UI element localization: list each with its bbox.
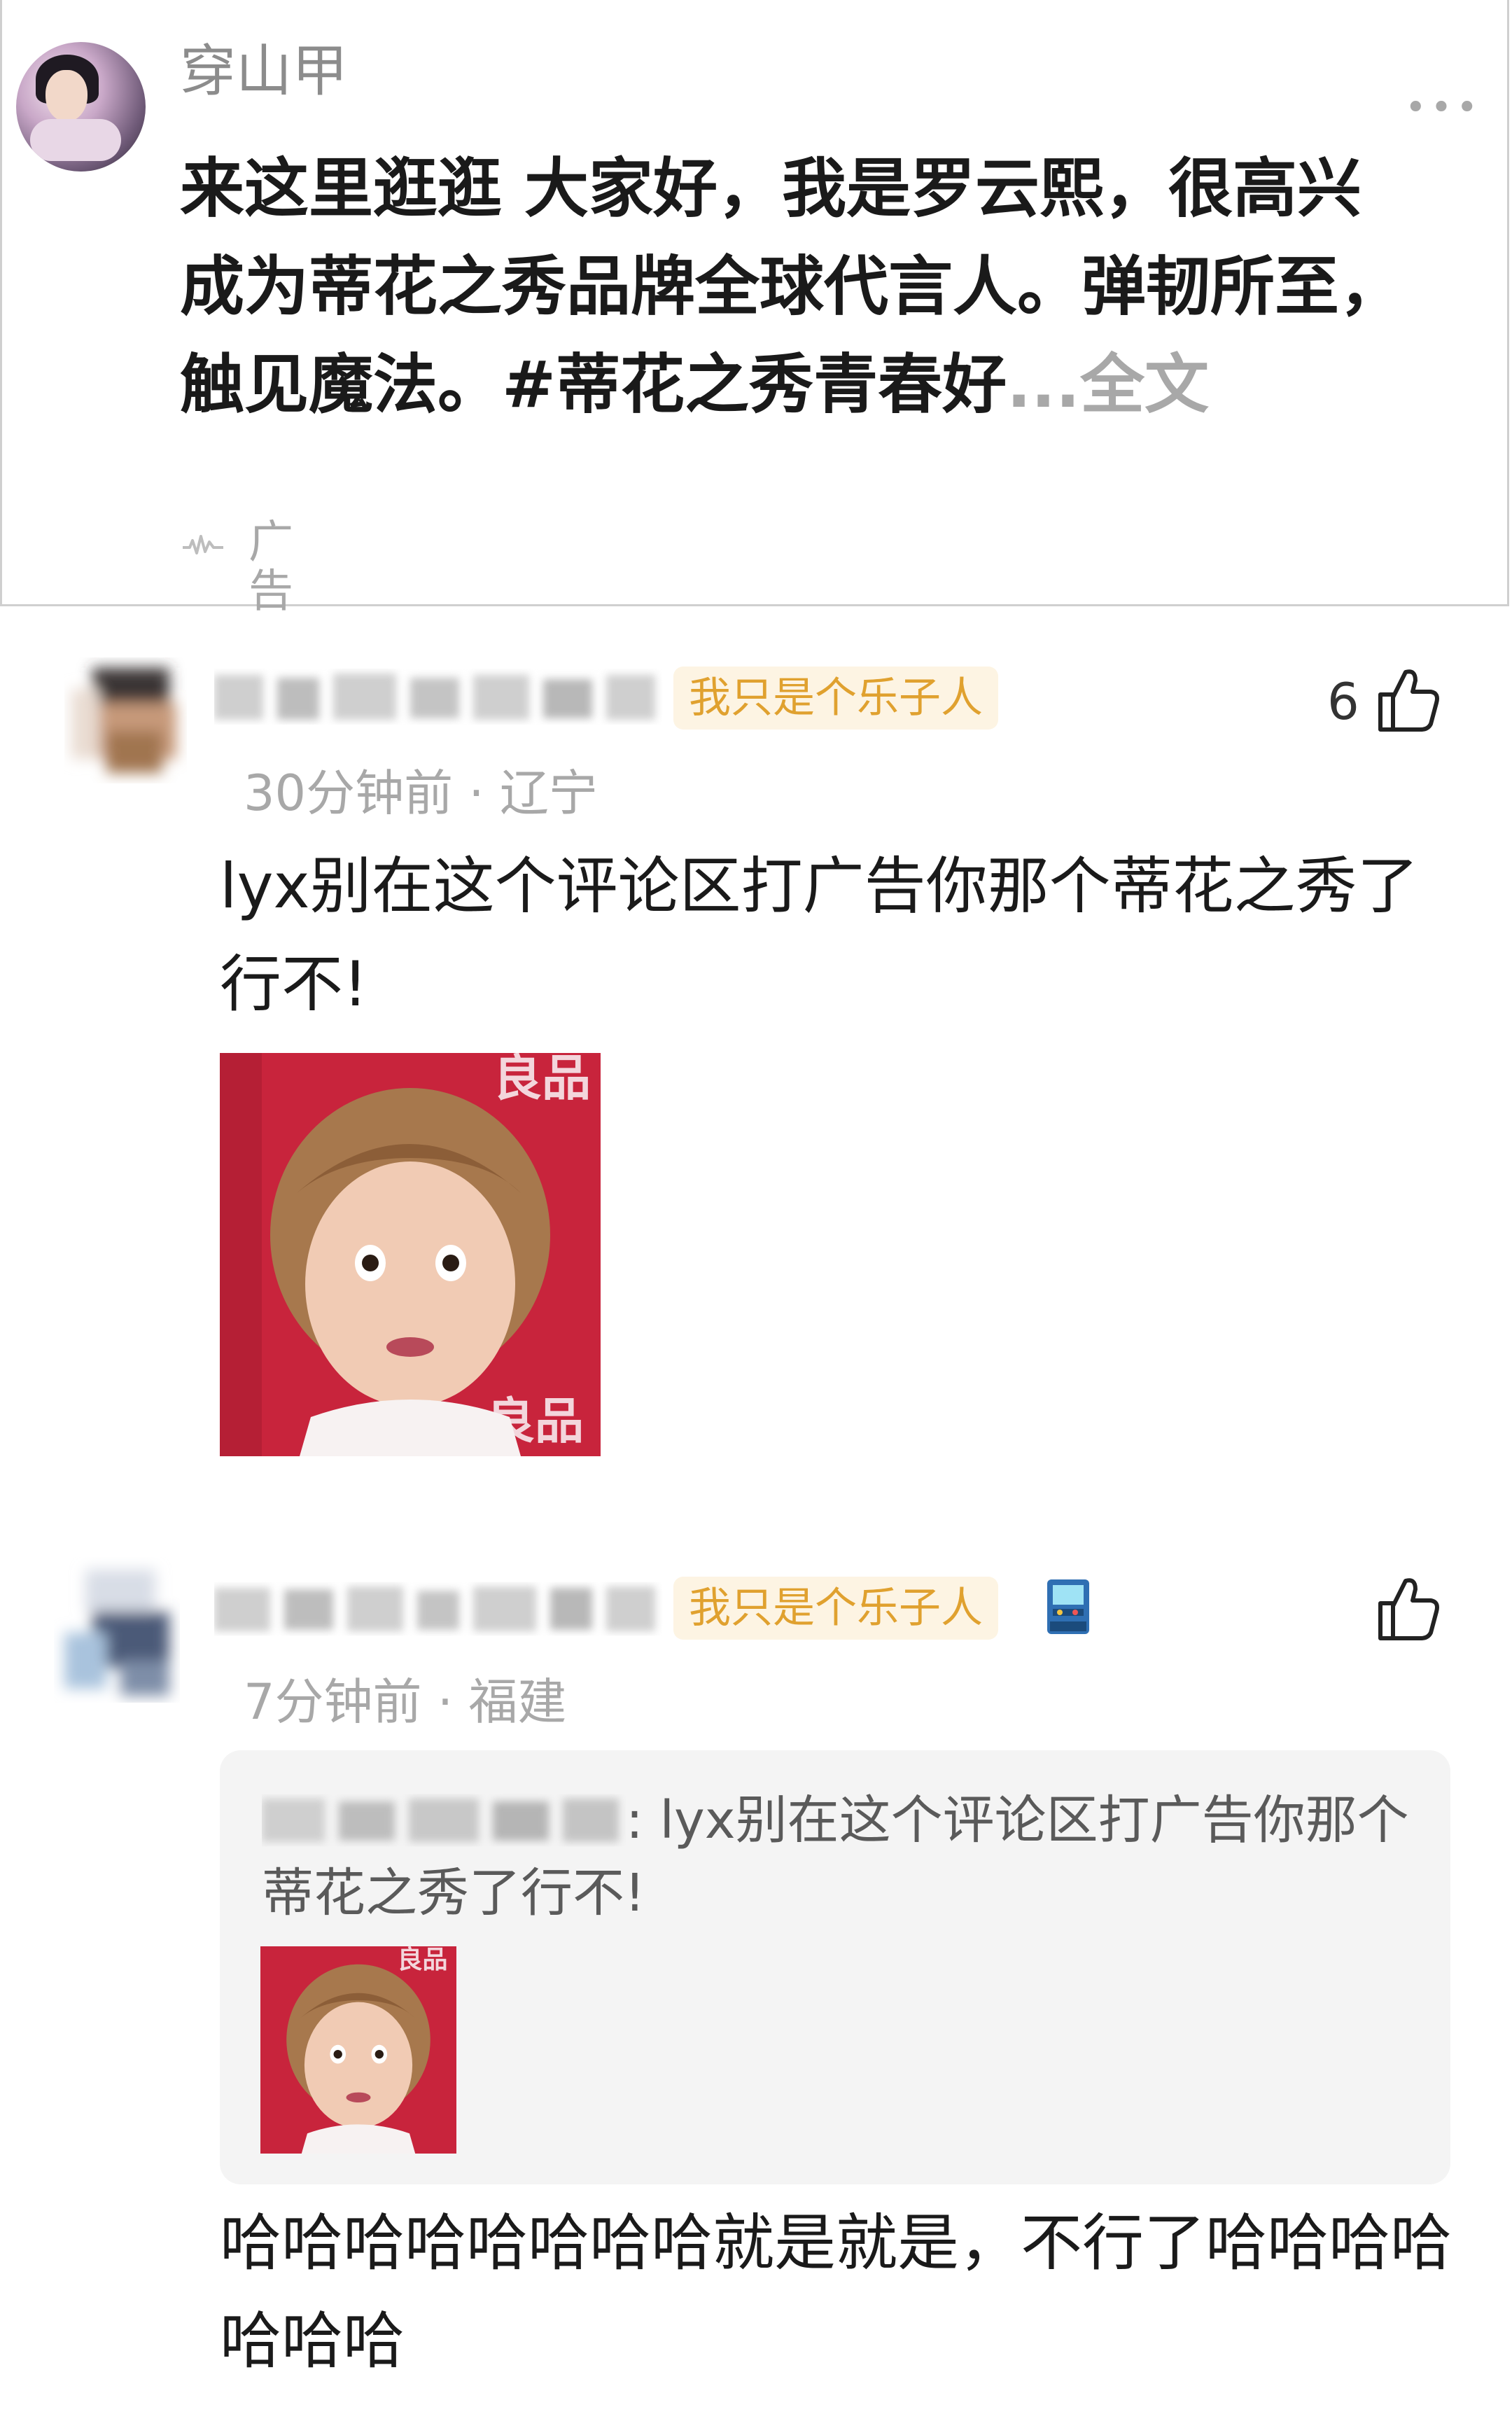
quoted-author-blurred: [262, 1799, 619, 1842]
ad-label: 广告: [248, 517, 293, 618]
like-count: 6: [1327, 672, 1359, 731]
comment-sticker-image[interactable]: 良品 良品: [220, 1053, 601, 1456]
commenter-avatar-blurred[interactable]: [50, 1556, 176, 1696]
expand-full-text-link[interactable]: ...全文: [1007, 347, 1209, 422]
comment-time: 7分钟前: [244, 1673, 422, 1731]
svg-text:良品: 良品: [493, 1053, 591, 1107]
post-author-avatar[interactable]: [16, 42, 146, 172]
ad-post-card[interactable]: 穿山甲 ••• 来这里逛逛 大家好，我是罗云熙，很高兴成为蒂花之秀品牌全球代言人…: [0, 0, 1509, 616]
comment-meta: 7分钟前 · 福建: [244, 1677, 566, 1726]
fan-badge[interactable]: 我只是个乐子人: [673, 667, 998, 730]
commenter-name-blurred[interactable]: [214, 668, 662, 728]
commenter-avatar-blurred[interactable]: [64, 647, 190, 787]
comment-location: 福建: [468, 1673, 567, 1731]
commenter-name-blurred[interactable]: [214, 1579, 662, 1640]
fan-badge[interactable]: 我只是个乐子人: [673, 1577, 998, 1640]
quoted-reply-box[interactable]: : lyx别在这个评论区打广告你那个蒂花之秀了行不! 良品: [220, 1750, 1450, 2184]
comment-text[interactable]: 哈哈哈哈哈哈哈哈就是就是，不行了哈哈哈哈哈哈哈: [220, 2194, 1466, 2390]
quoted-sticker-image[interactable]: 良品: [260, 1946, 456, 2154]
ad-wave-icon: [183, 535, 223, 554]
svg-text:良品: 良品: [398, 1946, 448, 1974]
arcade-machine-icon: [1047, 1579, 1089, 1634]
comment-time: 30分钟前: [244, 765, 454, 822]
comment-location: 辽宁: [499, 765, 598, 822]
thumbs-up-icon[interactable]: [1375, 664, 1442, 734]
comment-text[interactable]: lyx别在这个评论区打广告你那个蒂花之秀了行不!: [220, 837, 1466, 1033]
quoted-comment: : lyx别在这个评论区打广告你那个蒂花之秀了行不!: [262, 1784, 1410, 1930]
thumbs-up-icon[interactable]: [1375, 1572, 1442, 1642]
more-options-icon[interactable]: •••: [1405, 90, 1482, 126]
post-body: 来这里逛逛 大家好，我是罗云熙，很高兴成为蒂花之秀品牌全球代言人。弹韧所至，触见…: [180, 140, 1412, 434]
meta-separator: ·: [437, 1673, 454, 1731]
post-text: 来这里逛逛 大家好，我是罗云熙，很高兴成为蒂花之秀品牌全球代言人。弹韧所至，触见…: [180, 151, 1404, 422]
post-author-name[interactable]: 穿山甲: [180, 43, 348, 99]
meta-separator: ·: [468, 765, 484, 822]
comment-meta: 30分钟前 · 辽宁: [244, 769, 598, 818]
